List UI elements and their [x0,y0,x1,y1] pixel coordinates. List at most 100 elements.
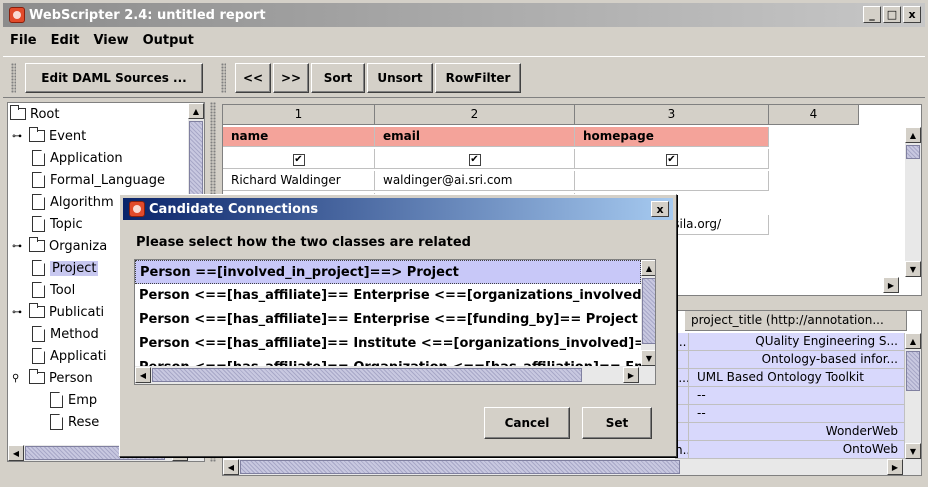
next-button[interactable]: >> [273,63,309,93]
table-cell[interactable]: WonderWeb [689,423,905,441]
maximize-button[interactable]: □ [883,6,901,23]
tree-node-algorithm[interactable]: Algorithm [12,191,114,213]
expand-toggle-icon[interactable]: ⊶ [12,131,26,142]
scroll-thumb[interactable] [906,145,920,159]
table-cell[interactable]: waldinger@ai.sri.com [375,171,575,191]
table-cell[interactable]: i... [675,369,689,387]
checkbox-cell[interactable]: ✔ [375,149,575,169]
close-button[interactable]: x [903,6,921,23]
table-cell[interactable] [675,405,689,423]
table-cell[interactable]: -- [689,405,905,423]
column-header-1[interactable]: 1 [223,105,375,125]
scroll-right-icon[interactable]: ▶ [887,459,903,475]
checkbox[interactable]: ✔ [665,154,678,166]
tree-node-topic[interactable]: Topic [12,213,83,235]
connection-option[interactable]: Person ==[involved_in_project]==> Projec… [135,260,641,284]
connection-option[interactable]: Person <==[has_affiliate]== Enterprise <… [135,284,641,308]
scroll-down-icon[interactable]: ▼ [905,261,921,277]
expand-toggle-icon[interactable]: ⚲ [12,373,26,384]
scroll-up-icon[interactable]: ▲ [188,103,204,119]
toolbar-grip-2[interactable] [221,63,226,93]
column-header-2[interactable]: 2 [375,105,575,125]
header-cell-homepage[interactable]: homepage [575,127,769,147]
scroll-left-icon[interactable]: ◀ [223,459,239,475]
header-cell-name[interactable]: name [223,127,375,147]
table-cell[interactable]: Richard Waldinger [223,171,375,191]
tree-node-person[interactable]: ⚲ Person [12,367,93,389]
tree-node-label: Application [50,150,123,166]
expand-toggle-icon[interactable]: ⊶ [12,241,26,252]
list-hscrollbar[interactable]: ◀ ▶ [135,366,655,384]
column-header-project-title[interactable]: project_title (http://annotation... [685,311,907,331]
tree-node-emp[interactable]: Emp [50,389,97,411]
table-cell[interactable] [675,387,689,405]
menu-edit[interactable]: Edit [44,30,87,52]
column-header-4[interactable]: 4 [769,105,859,125]
scroll-up-icon[interactable]: ▲ [905,333,921,349]
scroll-thumb[interactable] [642,278,655,344]
set-button[interactable]: Set [582,407,652,439]
table-cell[interactable]: OntoWeb [689,441,905,459]
tree-node-formal_language[interactable]: Formal_Language [12,169,165,191]
table-cell[interactable]: UML Based Ontology Toolkit [689,369,905,387]
sort-button[interactable]: Sort [311,63,365,93]
menu-view[interactable]: View [86,30,135,52]
table-cell[interactable]: n... [675,441,689,459]
scroll-left-icon[interactable]: ◀ [135,367,151,383]
connection-option[interactable]: Person <==[has_affiliate]== Institute <=… [135,332,641,356]
dialog-close-button[interactable]: x [651,201,669,217]
scroll-down-icon[interactable]: ▼ [641,350,655,366]
tree-node-method[interactable]: Method [12,323,99,345]
scroll-thumb[interactable] [906,351,920,391]
tree-node-application[interactable]: Application [12,147,123,169]
checkbox-cell[interactable]: ✔ [223,149,375,169]
checkbox[interactable]: ✔ [292,154,305,166]
grid-scrollbar[interactable]: ▲ ▼ [905,127,921,277]
table-cell[interactable] [575,171,769,191]
menu-file[interactable]: File [3,30,44,52]
result-hscrollbar[interactable]: ◀ ▶ [223,459,921,475]
tree-node-tool[interactable]: Tool [12,279,75,301]
tree-node-root[interactable]: Root [10,103,59,125]
scroll-up-icon[interactable]: ▲ [905,127,921,143]
table-cell[interactable]: QUality Engineering S... [689,333,905,351]
hscroll-thumb[interactable] [240,460,680,474]
table-cell[interactable]: -- [689,387,905,405]
scroll-right-icon[interactable]: ▶ [883,277,899,293]
tree-node-organiza[interactable]: ⊶ Organiza [12,235,107,257]
unsort-button[interactable]: Unsort [367,63,433,93]
connection-list[interactable]: Person ==[involved_in_project]==> Projec… [134,259,656,385]
cancel-button[interactable]: Cancel [484,407,570,439]
scroll-down-icon[interactable]: ▼ [905,443,921,459]
column-header-3[interactable]: 3 [575,105,769,125]
toolbar-grip[interactable] [11,63,16,93]
minimize-button[interactable]: _ [863,6,881,23]
table-cell[interactable] [675,351,689,369]
expand-toggle-icon[interactable]: ⊶ [12,307,26,318]
edit-daml-sources-button[interactable]: Edit DAML Sources ... [25,63,203,93]
scroll-left-icon[interactable]: ◀ [8,445,24,461]
table-cell[interactable]: ... [675,333,689,351]
tree-node-publicati[interactable]: ⊶ Publicati [12,301,104,323]
menu-output[interactable]: Output [136,30,201,52]
checkbox-cell[interactable]: ✔ [575,149,769,169]
checkbox[interactable]: ✔ [468,154,481,166]
header-cell-email[interactable]: email [375,127,575,147]
rowfilter-button[interactable]: RowFilter [435,63,521,93]
prev-button[interactable]: << [235,63,271,93]
dialog-title-bar[interactable]: Candidate Connections x [123,198,673,220]
tree-node-project[interactable]: Project [12,257,99,279]
tree-node-event[interactable]: ⊶ Event [12,125,86,147]
tree-node-applicati[interactable]: Applicati [12,345,106,367]
scroll-up-icon[interactable]: ▲ [641,260,655,276]
result-scrollbar[interactable]: ▲ ▼ [905,333,921,459]
table-cell[interactable]: Ontology-based infor... [689,351,905,369]
document-icon [50,392,63,408]
hscroll-thumb[interactable] [152,368,582,382]
list-scrollbar[interactable]: ▲ ▼ [641,260,655,366]
app-icon [129,201,145,217]
scroll-right-icon[interactable]: ▶ [623,367,639,383]
table-cell[interactable] [675,423,689,441]
connection-option[interactable]: Person <==[has_affiliate]== Enterprise <… [135,308,641,332]
tree-node-rese[interactable]: Rese [50,411,99,433]
